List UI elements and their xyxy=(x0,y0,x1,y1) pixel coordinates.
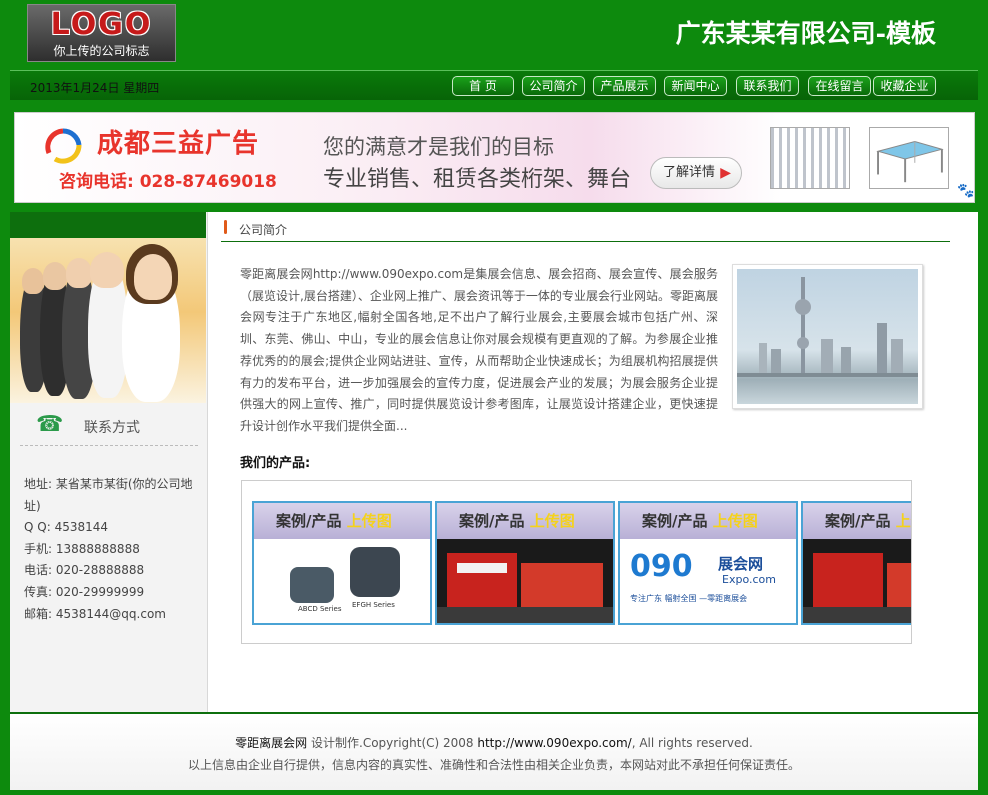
footer-url-link[interactable]: http://www.090expo.com/ xyxy=(477,736,631,750)
company-logo-mark xyxy=(45,128,82,164)
product-upload-text: 上传图 xyxy=(529,512,575,530)
nav-about[interactable]: 公司简介 xyxy=(522,76,585,96)
contact-qq: Q Q: 4538144 xyxy=(24,520,109,535)
logo-subtext: 你上传的公司标志 xyxy=(53,44,150,58)
main-area: ☎ 联系方式 地址: 某省某市某街(你的公司地址) Q Q: 4538144 手… xyxy=(10,212,978,712)
products-heading: 我们的产品: xyxy=(240,456,311,471)
sidebar: ☎ 联系方式 地址: 某省某市某街(你的公司地址) Q Q: 4538144 手… xyxy=(10,212,208,712)
motor-caption-1: ABCD Series xyxy=(298,605,342,613)
divider xyxy=(20,445,198,446)
footer-design-text: 设计制作.Copyright(C) 2008 xyxy=(311,736,474,750)
section-title: 公司简介 xyxy=(239,223,288,237)
contact-address: 地址: 某省某市某街(你的公司地址) xyxy=(24,477,193,513)
staff-photo xyxy=(10,238,206,403)
section-header: 公司简介 xyxy=(221,216,950,242)
footer-rights: , All rights reserved. xyxy=(631,736,753,750)
play-arrow-icon: ▶ xyxy=(720,165,731,181)
paw-icon: 🐾 xyxy=(957,183,975,199)
product-carousel: 案例/产品 上传图 ABCD Series EFGH Series 案例/产品 … xyxy=(241,480,912,644)
motor-caption-2: EFGH Series xyxy=(352,601,395,609)
banner-more-button[interactable]: 了解详情 ▶ xyxy=(650,157,742,189)
nav-home[interactable]: 首 页 xyxy=(452,76,514,96)
contact-heading: 联系方式 xyxy=(84,420,140,436)
product-card[interactable]: 案例/产品 上传图 xyxy=(801,501,911,625)
contact-tel: 电话: 020-28888888 xyxy=(24,563,145,578)
telephone-icon: ☎ xyxy=(36,412,64,437)
city-skyline-photo[interactable] xyxy=(732,264,923,409)
booth-image xyxy=(437,539,613,623)
nav-bookmark[interactable]: 收藏企业 xyxy=(873,76,936,96)
logo[interactable]: LOGO 你上传的公司标志 xyxy=(27,4,176,62)
ad-banner[interactable]: 成都三益广告 咨询电话: 028-87469018 您的满意才是我们的目标 专业… xyxy=(14,112,975,203)
product-upload-text: 上传图 xyxy=(895,512,911,530)
motor-image: ABCD Series EFGH Series xyxy=(254,539,430,623)
nav-guestbook[interactable]: 在线留言 xyxy=(808,76,871,96)
product-label: 案例/产品 xyxy=(642,512,708,530)
nav-products[interactable]: 产品展示 xyxy=(593,76,656,96)
expo-logo-big: 090 xyxy=(630,549,693,584)
header: LOGO 你上传的公司标志 广东某某有限公司-模板 xyxy=(0,0,988,70)
product-card[interactable]: 案例/产品 上传图 xyxy=(435,501,615,625)
contact-mobile: 手机: 13888888888 xyxy=(24,541,140,556)
footer: 零距离展会网 设计制作.Copyright(C) 2008 http://www… xyxy=(10,712,978,790)
truss-image xyxy=(770,127,850,189)
sidebar-header-bar xyxy=(10,212,206,238)
nav-news[interactable]: 新闻中心 xyxy=(664,76,727,96)
product-label: 案例/产品 xyxy=(459,512,525,530)
expo-logo-tag: 专注广东 幅射全国 —零距离展会 xyxy=(630,594,748,603)
company-intro: 零距离展会网http://www.090expo.com是集展会信息、展会招商、… xyxy=(240,267,718,433)
product-label: 案例/产品 xyxy=(276,512,342,530)
current-date: 2013年1月24日 星期四 xyxy=(30,81,160,95)
product-label: 案例/产品 xyxy=(825,512,891,530)
footer-site-link[interactable]: 零距离展会网 xyxy=(235,736,307,750)
expo-logo-cn: 展会网 xyxy=(718,555,764,573)
content-area: 公司简介 零距离展会网http://www.090expo.com是集展会信息、… xyxy=(220,212,978,712)
banner-company-name: 成都三益广告 xyxy=(97,129,260,159)
footer-disclaimer: 以上信息由企业自行提供，信息内容的真实性、准确性和合法性由相关企业负责，本网站对… xyxy=(187,758,800,772)
nav-contact[interactable]: 联系我们 xyxy=(736,76,799,96)
banner-slogan: 您的满意才是我们的目标 xyxy=(323,135,554,159)
expo-logo-image: 090 展会网 Expo.com 专注广东 幅射全国 —零距离展会 xyxy=(620,539,796,623)
banner-phone: 咨询电话: 028-87469018 xyxy=(59,172,277,192)
product-card[interactable]: 案例/产品 上传图 090 展会网 Expo.com 专注广东 幅射全国 —零距… xyxy=(618,501,798,625)
site-title: 广东某某有限公司-模板 xyxy=(675,19,936,48)
expo-logo-en: Expo.com xyxy=(722,573,776,586)
product-upload-text: 上传图 xyxy=(712,512,758,530)
stage-image xyxy=(869,127,949,189)
product-upload-text: 上传图 xyxy=(346,512,392,530)
banner-service-text: 专业销售、租赁各类桁架、舞台 xyxy=(323,167,632,192)
section-marker-icon xyxy=(224,220,227,234)
footer-copyright: 零距离展会网 设计制作.Copyright(C) 2008 http://www… xyxy=(10,734,978,751)
contact-list: 地址: 某省某市某街(你的公司地址) Q Q: 4538144 手机: 1388… xyxy=(24,474,204,625)
contact-fax: 传真: 020-29999999 xyxy=(24,584,145,599)
product-card[interactable]: 案例/产品 上传图 ABCD Series EFGH Series xyxy=(252,501,432,625)
booth-image xyxy=(803,539,911,623)
contact-email: 邮箱: 4538144@qq.com xyxy=(24,606,166,621)
nav-bar: 2013年1月24日 星期四 首 页 公司简介 产品展示 新闻中心 联系我们 在… xyxy=(10,70,978,100)
banner-more-label: 了解详情 xyxy=(663,165,716,180)
logo-text: LOGO xyxy=(50,7,153,42)
